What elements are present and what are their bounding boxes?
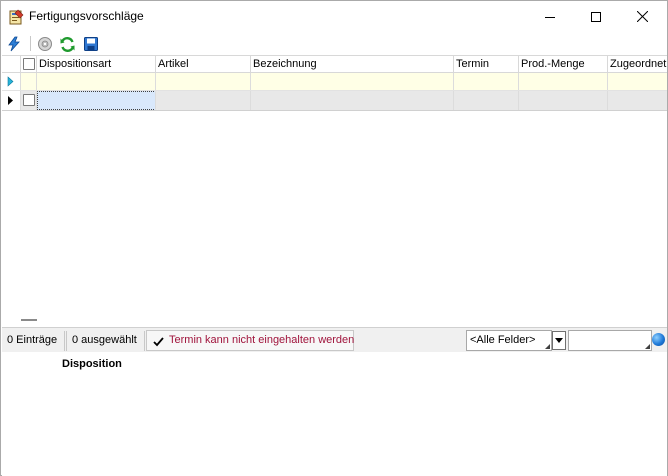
- search-input[interactable]: [568, 330, 652, 351]
- window-title: Fertigungsvorschläge: [29, 9, 144, 23]
- column-header-prod-menge[interactable]: Prod.-Menge: [519, 56, 608, 73]
- main-window: Fertigungsvorschläge Dispositionsart Art…: [0, 0, 668, 476]
- entries-count: 0 Einträge: [2, 331, 65, 351]
- proposals-grid: Dispositionsart Artikel Bezeichnung Term…: [2, 55, 667, 313]
- field-filter-value: <Alle Felder>: [470, 334, 536, 346]
- filter-row[interactable]: [2, 73, 667, 91]
- table-row[interactable]: [2, 91, 667, 111]
- column-header-bezeichnung[interactable]: Bezeichnung: [251, 56, 454, 73]
- deadline-warning-label: Termin kann nicht eingehalten werden: [169, 334, 355, 346]
- column-header-dispositionsart[interactable]: Dispositionsart: [37, 56, 156, 73]
- field-filter-combo[interactable]: <Alle Felder>: [466, 330, 552, 351]
- toolbar-separator: [30, 36, 31, 51]
- field-filter-dropdown-button[interactable]: [552, 331, 566, 350]
- minimize-icon: [545, 16, 555, 18]
- filter-arrow-icon: [7, 76, 14, 87]
- detail-title: Disposition: [62, 358, 122, 370]
- resize-corner-icon: [545, 344, 550, 349]
- maximize-button[interactable]: [573, 1, 619, 32]
- chevron-down-icon: [555, 338, 563, 343]
- row-indicator: [2, 91, 20, 110]
- splitter-handle[interactable]: [2, 313, 667, 327]
- status-bar: 0 Einträge 0 ausgewählt Termin kann nich…: [2, 327, 667, 352]
- column-header-zugeordnet[interactable]: Zugeordnet: [608, 56, 667, 73]
- save-icon[interactable]: [82, 35, 100, 53]
- current-row-arrow-icon: [8, 96, 13, 105]
- maximize-icon: [591, 11, 601, 22]
- focused-cell-dispositionsart[interactable]: [37, 91, 156, 110]
- globe-search-icon[interactable]: [652, 333, 665, 346]
- grip-icon: [21, 319, 37, 321]
- title-bar: Fertigungsvorschläge: [1, 1, 667, 32]
- toolbar: [1, 32, 667, 55]
- resize-corner-icon: [645, 344, 650, 349]
- header-indicator-cell: [2, 56, 21, 73]
- column-header-termin[interactable]: Termin: [454, 56, 519, 73]
- deadline-warning-filter[interactable]: Termin kann nicht eingehalten werden: [146, 330, 354, 351]
- detail-pane: Disposition: [2, 352, 667, 476]
- column-header-artikel[interactable]: Artikel: [156, 56, 251, 73]
- filter-row-indicator: [2, 73, 20, 90]
- row-select-checkbox[interactable]: [23, 94, 35, 106]
- disc-icon[interactable]: [36, 35, 54, 53]
- grid-header: Dispositionsart Artikel Bezeichnung Term…: [2, 55, 667, 73]
- close-button[interactable]: [619, 1, 665, 32]
- header-select-cell: [21, 56, 37, 73]
- minimize-button[interactable]: [527, 1, 573, 32]
- lightning-icon[interactable]: [5, 35, 23, 53]
- select-all-checkbox[interactable]: [23, 58, 35, 70]
- close-icon: [636, 11, 648, 22]
- app-icon: [8, 9, 24, 25]
- selected-count: 0 ausgewählt: [66, 331, 145, 351]
- refresh-icon[interactable]: [58, 35, 76, 53]
